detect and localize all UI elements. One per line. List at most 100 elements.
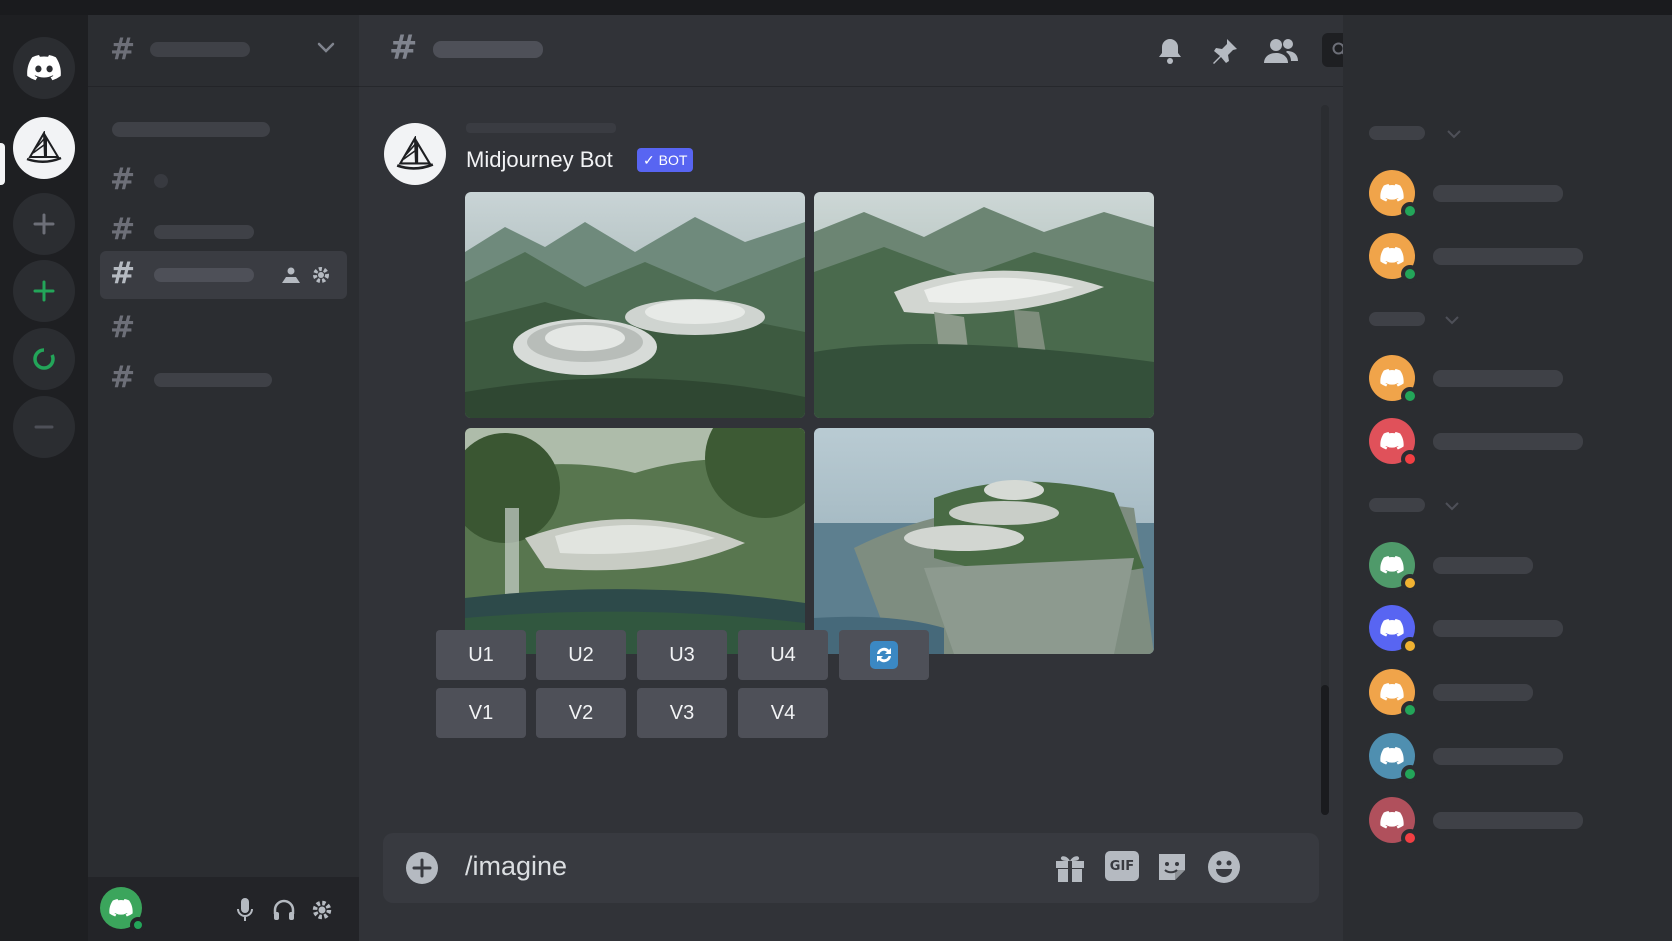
generated-image-2[interactable] xyxy=(814,192,1154,418)
settings-gear-icon[interactable] xyxy=(310,898,334,922)
server-midjourney[interactable] xyxy=(13,117,75,179)
settings-gear-icon[interactable] xyxy=(310,264,332,286)
online-status-dot xyxy=(1401,202,1419,220)
member-avatar[interactable] xyxy=(1369,669,1419,719)
mic-icon[interactable] xyxy=(236,897,254,923)
variation-button-3[interactable]: V3 xyxy=(637,688,727,738)
member-avatar[interactable] xyxy=(1369,170,1419,220)
add-attachment-icon[interactable] xyxy=(405,851,439,885)
user-avatar[interactable] xyxy=(100,887,146,933)
reroll-button[interactable] xyxy=(839,630,929,680)
discord-app: # # # # # # # Midjourney Bot ✓ BOT U1 U2… xyxy=(0,0,1672,941)
member-avatar[interactable] xyxy=(1369,233,1419,283)
discord-icon xyxy=(1380,556,1404,574)
member-name-placeholder[interactable] xyxy=(1433,185,1563,202)
dnd-status-dot xyxy=(1401,829,1419,847)
variation-button-1[interactable]: V1 xyxy=(436,688,526,738)
hash-icon: # xyxy=(110,162,136,197)
member-avatar[interactable] xyxy=(1369,418,1419,468)
chevron-down-icon[interactable] xyxy=(316,41,336,55)
collapse-server-button[interactable] xyxy=(13,396,75,458)
idle-status-dot xyxy=(1401,574,1419,592)
member-avatar[interactable] xyxy=(1369,542,1419,592)
variation-button-2[interactable]: V2 xyxy=(536,688,626,738)
member-name-placeholder[interactable] xyxy=(1433,748,1563,765)
member-name-placeholder[interactable] xyxy=(1433,557,1533,574)
home-button[interactable] xyxy=(13,37,75,99)
bell-icon[interactable] xyxy=(1155,36,1185,66)
midjourney-sail-icon xyxy=(396,136,434,170)
member-avatar[interactable] xyxy=(1369,797,1419,847)
members-icon[interactable] xyxy=(1263,36,1299,66)
pin-icon[interactable] xyxy=(1210,36,1240,66)
plus-icon xyxy=(33,280,55,302)
generated-image-1[interactable] xyxy=(465,192,805,418)
hash-icon: # xyxy=(110,310,136,345)
message-composer: GIF xyxy=(383,833,1319,903)
message-author[interactable]: Midjourney Bot xyxy=(466,147,613,173)
chevron-down-icon[interactable] xyxy=(1446,128,1462,140)
member-name-placeholder[interactable] xyxy=(1433,812,1583,829)
create-server-button[interactable] xyxy=(13,260,75,322)
dnd-status-dot xyxy=(1401,450,1419,468)
member-list xyxy=(1343,15,1672,941)
midjourney-sail-icon xyxy=(26,131,62,163)
invite-icon[interactable] xyxy=(280,264,302,286)
hash-icon: # xyxy=(110,360,136,395)
emoji-icon[interactable] xyxy=(1207,850,1241,884)
server-header[interactable]: # xyxy=(88,15,359,87)
check-icon: ✓ xyxy=(643,152,655,168)
upscale-button-2[interactable]: U2 xyxy=(536,630,626,680)
member-name-placeholder[interactable] xyxy=(1433,433,1583,450)
scrollbar-thumb[interactable] xyxy=(1321,685,1329,815)
active-server-pill xyxy=(0,143,5,185)
channel-item[interactable]: # xyxy=(100,355,347,403)
discord-icon xyxy=(1380,432,1404,450)
member-name-placeholder[interactable] xyxy=(1433,620,1563,637)
channel-name-placeholder xyxy=(154,373,272,387)
compass-icon xyxy=(33,348,55,370)
member-avatar[interactable] xyxy=(1369,605,1419,655)
bot-badge-label: BOT xyxy=(658,152,688,168)
channel-item[interactable]: # xyxy=(100,157,347,205)
channel-item-selected[interactable]: # xyxy=(100,251,347,299)
member-name-placeholder[interactable] xyxy=(1433,248,1583,265)
generated-image-4[interactable] xyxy=(814,428,1154,654)
explore-servers-button[interactable] xyxy=(13,328,75,390)
member-name-placeholder[interactable] xyxy=(1433,684,1533,701)
channel-name-placeholder xyxy=(154,225,254,239)
discord-icon xyxy=(1380,619,1404,637)
channel-item[interactable]: # xyxy=(100,305,347,353)
image-grid xyxy=(465,192,1157,654)
member-avatar[interactable] xyxy=(1369,355,1419,405)
generated-image-3[interactable] xyxy=(465,428,805,654)
chevron-down-icon[interactable] xyxy=(1444,500,1460,512)
bot-avatar[interactable] xyxy=(384,123,446,185)
gift-icon[interactable] xyxy=(1053,850,1087,884)
upscale-button-3[interactable]: U3 xyxy=(637,630,727,680)
chat-area: # Midjourney Bot ✓ BOT U1 U2 U3 U4 V1 V2… xyxy=(359,15,1640,941)
chevron-down-icon[interactable] xyxy=(1444,314,1460,326)
online-status-dot xyxy=(1401,387,1419,405)
channel-title-placeholder xyxy=(433,41,543,58)
sticker-icon[interactable] xyxy=(1155,850,1189,884)
add-server-button[interactable] xyxy=(13,193,75,255)
member-name-placeholder[interactable] xyxy=(1433,370,1563,387)
gif-icon[interactable]: GIF xyxy=(1105,851,1139,881)
channel-item[interactable]: # xyxy=(100,207,347,255)
refresh-icon xyxy=(870,641,898,669)
idle-status-dot xyxy=(1401,637,1419,655)
discord-icon xyxy=(109,899,133,917)
role-header-placeholder xyxy=(1369,498,1425,512)
minus-icon xyxy=(34,425,54,429)
category-placeholder xyxy=(112,122,270,137)
user-panel xyxy=(88,877,359,941)
upscale-button-4[interactable]: U4 xyxy=(738,630,828,680)
variation-button-4[interactable]: V4 xyxy=(738,688,828,738)
discord-icon xyxy=(1380,811,1404,829)
discord-icon xyxy=(1380,184,1404,202)
member-avatar[interactable] xyxy=(1369,733,1419,783)
headphones-icon[interactable] xyxy=(272,898,296,922)
message-input[interactable] xyxy=(465,851,965,882)
upscale-button-1[interactable]: U1 xyxy=(436,630,526,680)
